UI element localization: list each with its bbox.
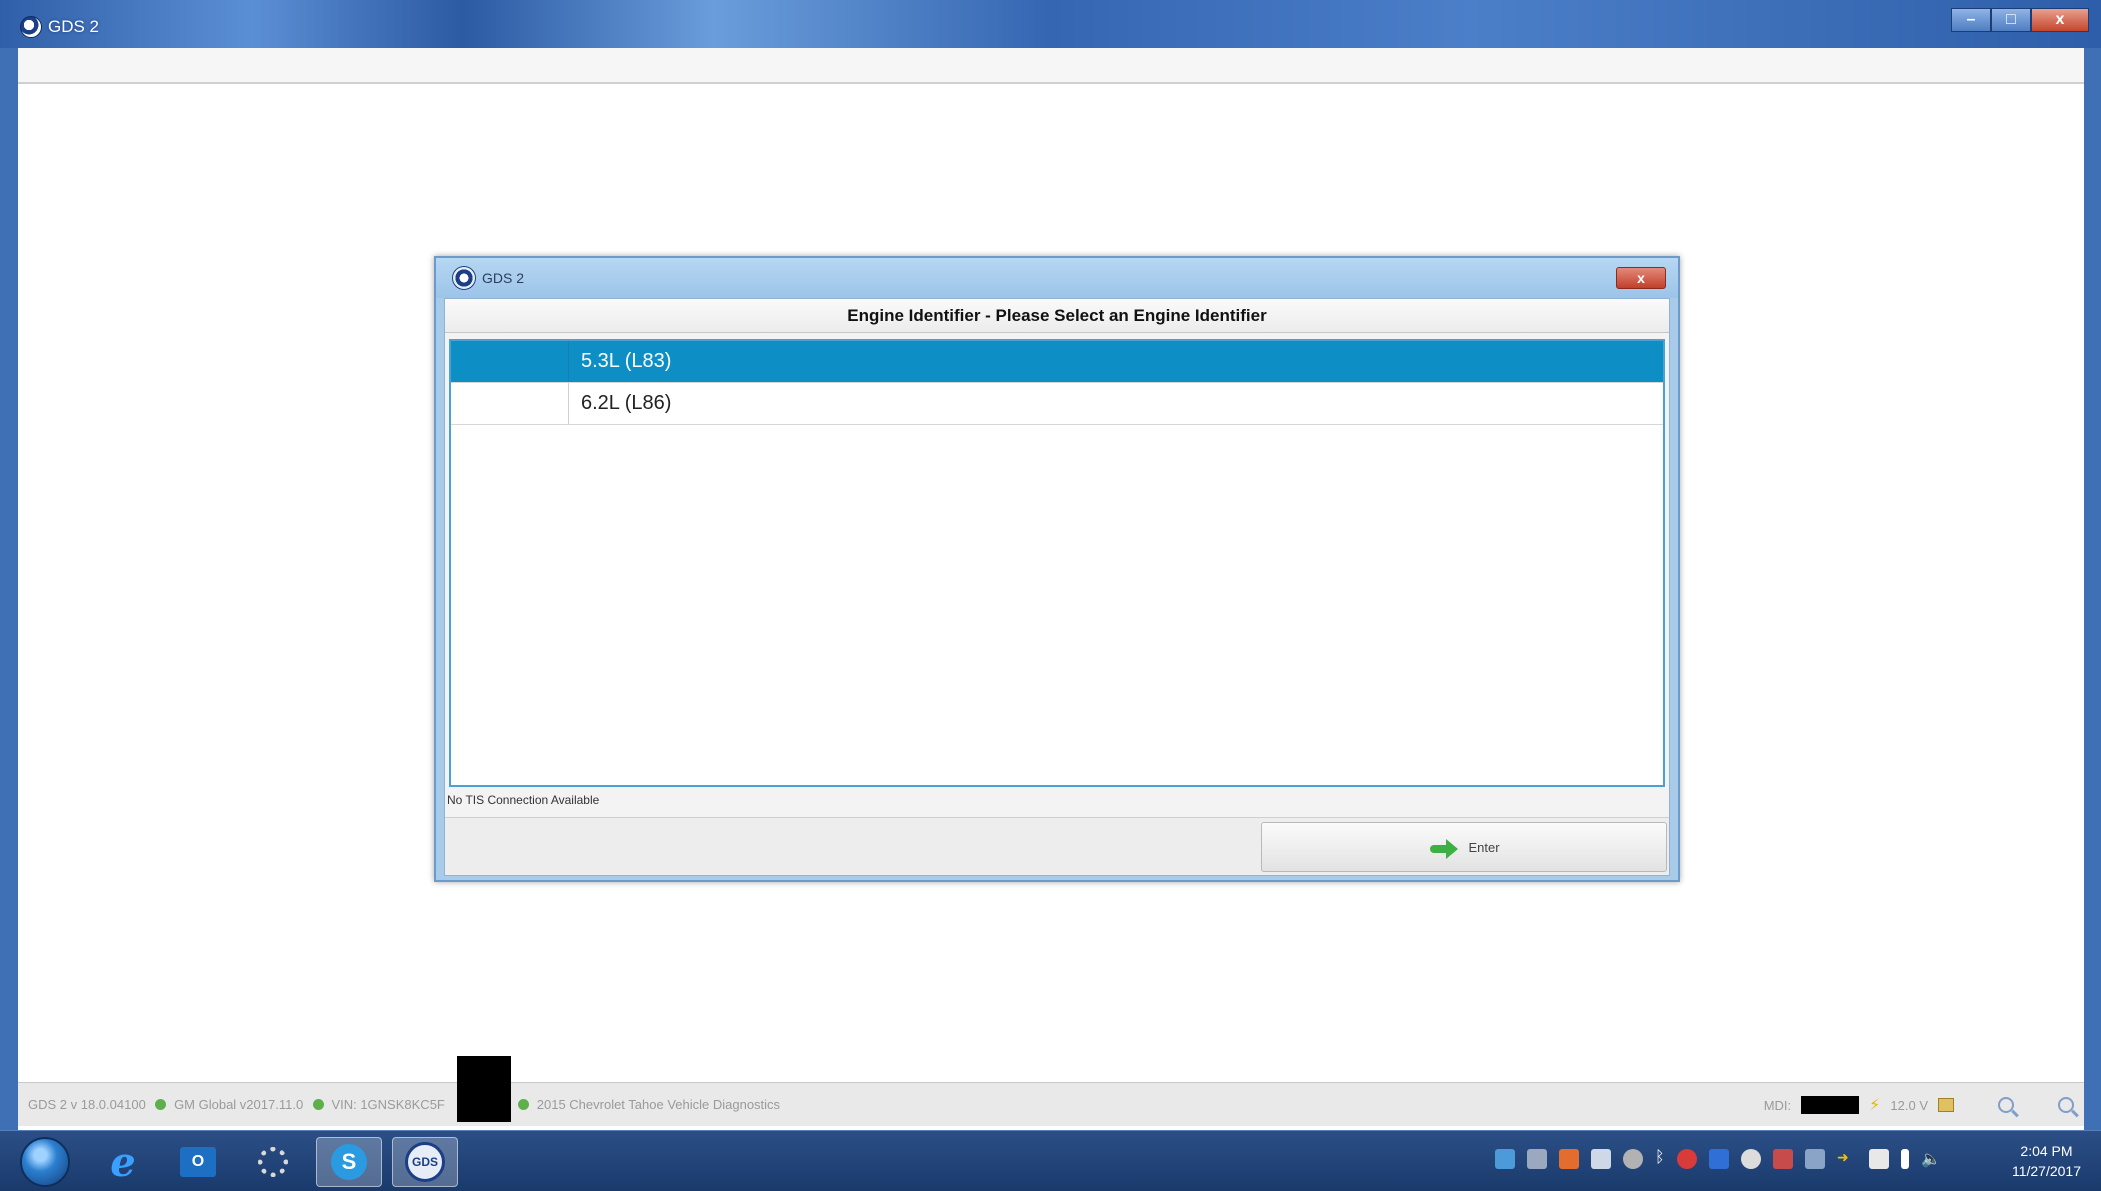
- battery-icon: [1938, 1098, 1954, 1112]
- mdi-label: MDI:: [1763, 1097, 1792, 1113]
- redaction-block: [457, 1056, 511, 1122]
- taskbar-skype[interactable]: S: [316, 1137, 382, 1187]
- status-global: GM Global v2017.11.0: [174, 1097, 304, 1112]
- skype-icon: S: [331, 1144, 367, 1180]
- taskbar-gds[interactable]: GDS: [392, 1137, 458, 1187]
- status-vehicle: 2015 Chevrolet Tahoe Vehicle Diagnostics: [536, 1097, 781, 1112]
- taskbar-outlook[interactable]: O: [165, 1137, 231, 1187]
- clock-time: 2:04 PM: [2020, 1143, 2073, 1159]
- voltage-icon: ⚡: [1869, 1097, 1881, 1114]
- gds-dialog-icon: [452, 266, 476, 290]
- status-text: GDS 2 v 18.0.04100 GM Global v2017.11.0 …: [28, 1097, 780, 1112]
- volume-icon[interactable]: 🔈: [1921, 1149, 1941, 1169]
- menu-strip: [18, 48, 2084, 84]
- tray-sync-icon[interactable]: [1741, 1149, 1761, 1169]
- internet-explorer-icon: e: [110, 1138, 136, 1186]
- dialog-header: Engine Identifier - Please Select an Eng…: [445, 299, 1669, 333]
- tray-arrow-icon[interactable]: ➜: [1837, 1149, 1857, 1169]
- tray-security-icon[interactable]: [1677, 1149, 1697, 1169]
- engine-identifier-dialog: GDS 2 x Engine Identifier - Please Selec…: [434, 256, 1680, 882]
- engine-option-label: 6.2L (L86): [581, 392, 672, 414]
- gear-icon: [258, 1147, 288, 1177]
- dialog-titlebar[interactable]: GDS 2 x: [436, 258, 1678, 298]
- status-dot-icon: [518, 1099, 530, 1110]
- status-dot-icon: [155, 1099, 167, 1110]
- window-controls: – □ x: [1951, 8, 2089, 34]
- enter-label: Enter: [1468, 839, 1500, 855]
- dialog-body: Engine Identifier - Please Select an Eng…: [444, 298, 1670, 876]
- enter-arrow-icon: [1428, 837, 1460, 859]
- tray-flag-icon[interactable]: [1869, 1149, 1889, 1169]
- system-tray: ᛒ ➜ 🔈: [1495, 1149, 1941, 1169]
- gds-app-icon: [20, 16, 42, 38]
- tray-network-icon[interactable]: [1495, 1149, 1515, 1169]
- zoom-out-icon[interactable]: [2058, 1097, 2074, 1113]
- zoom-in-icon[interactable]: [1998, 1097, 2014, 1113]
- taskbar: e O S GDS ᛒ ➜ 🔈 2:04 PM 11/27/2017: [0, 1130, 2101, 1191]
- tray-battery-icon[interactable]: [1901, 1149, 1909, 1169]
- status-bar: GDS 2 v 18.0.04100 GM Global v2017.11.0 …: [18, 1082, 2084, 1126]
- maximize-button[interactable]: □: [1991, 8, 2031, 32]
- window-titlebar[interactable]: GDS 2 – □ x: [0, 0, 2101, 48]
- tray-monitor-icon[interactable]: [1591, 1149, 1611, 1169]
- status-dot-icon: [312, 1099, 324, 1110]
- tray-app-icon[interactable]: [1559, 1149, 1579, 1169]
- dialog-title: GDS 2: [482, 270, 525, 286]
- tray-word-icon[interactable]: [1709, 1149, 1729, 1169]
- tray-settings-icon[interactable]: [1623, 1149, 1643, 1169]
- outlook-icon: O: [180, 1147, 216, 1177]
- taskbar-clock[interactable]: 2:04 PM 11/27/2017: [2012, 1141, 2081, 1181]
- tray-shield-icon[interactable]: [1773, 1149, 1793, 1169]
- engine-option-row[interactable]: 5.3L (L83): [451, 341, 1663, 383]
- start-button-icon[interactable]: [20, 1137, 70, 1187]
- redacted-mdi: [1801, 1096, 1860, 1114]
- row-index-cell: [451, 341, 569, 382]
- enter-button[interactable]: Enter: [1261, 822, 1667, 872]
- row-index-cell: [451, 383, 569, 424]
- tray-device-icon[interactable]: [1527, 1149, 1547, 1169]
- engine-list: 5.3L (L83) 6.2L (L86): [449, 339, 1665, 787]
- voltage-value: 12.0 V: [1890, 1097, 1928, 1113]
- status-version: GDS 2 v 18.0.04100: [28, 1097, 146, 1112]
- window-title: GDS 2: [48, 17, 100, 36]
- status-vin: VIN: 1GNSK8KC5F: [331, 1097, 445, 1112]
- taskbar-ie[interactable]: e: [90, 1137, 156, 1187]
- dialog-footer: Enter: [445, 817, 1669, 875]
- taskbar-settings-app[interactable]: [240, 1137, 306, 1187]
- tray-misc-icon[interactable]: [1805, 1149, 1825, 1169]
- gds-taskbar-icon: GDS: [405, 1142, 445, 1182]
- minimize-button[interactable]: –: [1951, 8, 1991, 32]
- bluetooth-icon[interactable]: ᛒ: [1655, 1149, 1665, 1169]
- engine-option-row[interactable]: 6.2L (L86): [451, 383, 1663, 425]
- close-button[interactable]: x: [2031, 8, 2089, 32]
- status-right: MDI: ⚡ 12.0 V: [1764, 1095, 2074, 1115]
- tis-connection-note: No TIS Connection Available: [447, 793, 600, 807]
- engine-option-label: 5.3L (L83): [581, 350, 672, 372]
- clock-date: 11/27/2017: [2011, 1163, 2081, 1179]
- dialog-close-button[interactable]: x: [1616, 267, 1666, 289]
